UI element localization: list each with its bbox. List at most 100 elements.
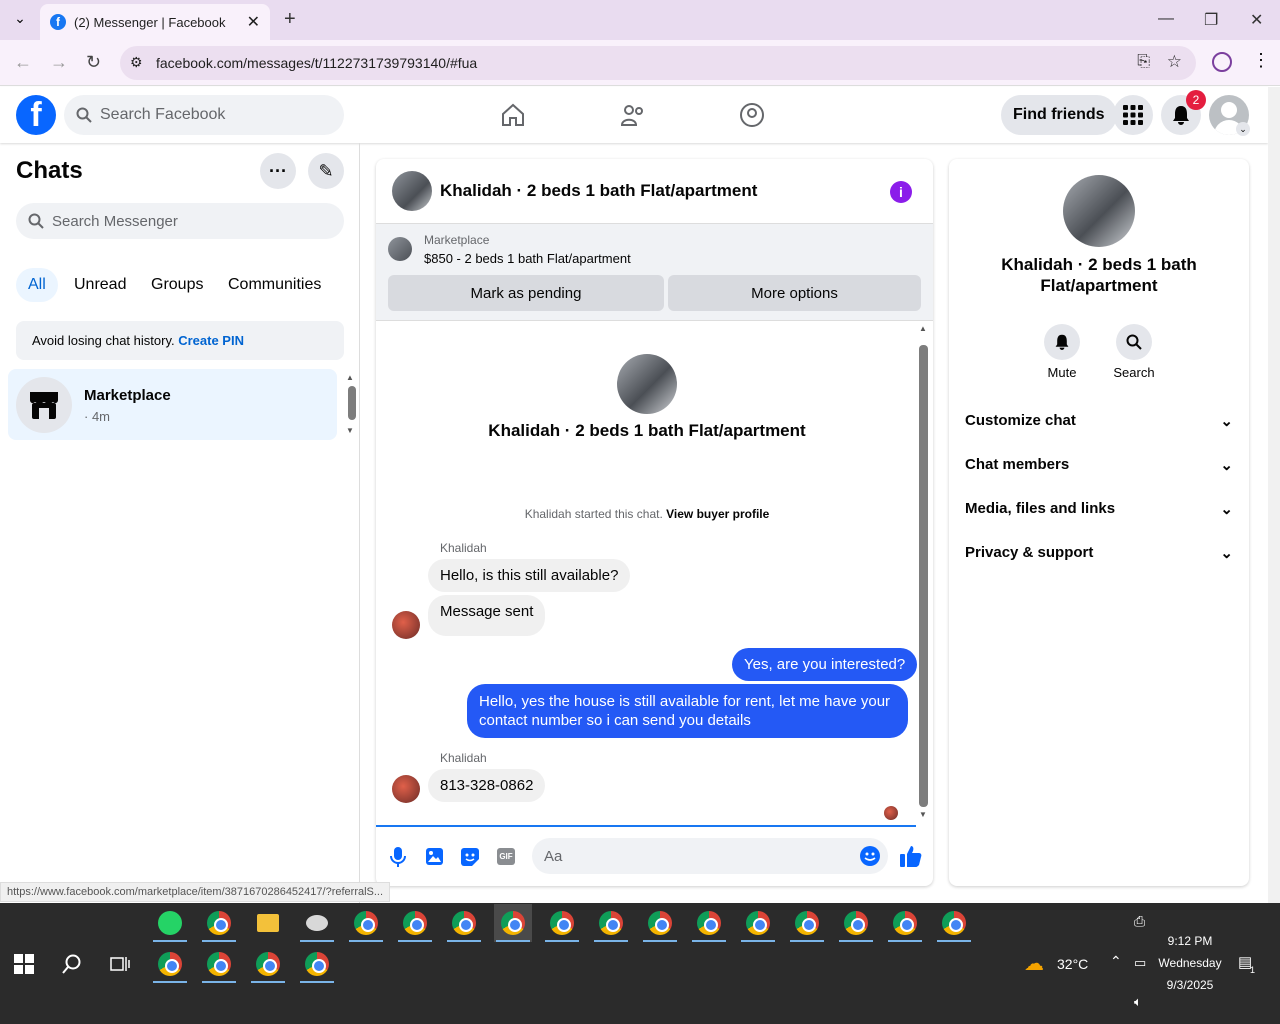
- forward-icon[interactable]: →: [50, 52, 68, 73]
- chrome-icon[interactable]: [739, 904, 777, 942]
- account-chevron-icon[interactable]: ⌄: [1236, 122, 1250, 136]
- volume-icon[interactable]: 🔈︎: [1134, 994, 1142, 1010]
- chrome-icon[interactable]: [200, 904, 238, 942]
- chats-options-button[interactable]: ···: [260, 153, 296, 189]
- scroll-up-icon[interactable]: ▲: [919, 324, 927, 333]
- view-buyer-profile-link[interactable]: View buyer profile: [666, 507, 769, 521]
- sent-message-bubble[interactable]: Yes, are you interested?: [732, 648, 918, 681]
- gif-icon[interactable]: GIF: [497, 848, 515, 865]
- groups-icon[interactable]: [739, 102, 765, 128]
- message-bubble[interactable]: 813-328-0862: [428, 769, 546, 802]
- privacy-support-row[interactable]: Privacy & support ⌄: [965, 544, 1233, 562]
- microphone-icon[interactable]: [390, 847, 406, 867]
- message-input[interactable]: Aa: [532, 838, 888, 874]
- profile-icon[interactable]: [1212, 52, 1232, 72]
- temperature[interactable]: 32°C: [1057, 956, 1088, 972]
- reload-icon[interactable]: ↻: [86, 52, 101, 73]
- customize-chat-row[interactable]: Customize chat ⌄: [965, 412, 1233, 430]
- windows-start-icon[interactable]: [14, 954, 34, 974]
- facebook-logo-icon[interactable]: f: [16, 95, 56, 135]
- conversation-title[interactable]: Khalidah · 2 beds 1 bath Flat/apartment: [440, 181, 757, 201]
- chrome-icon[interactable]: [298, 945, 336, 983]
- chrome-icon[interactable]: [690, 904, 728, 942]
- close-window-icon[interactable]: ✕: [1250, 10, 1263, 30]
- facebook-search-placeholder: Search Facebook: [100, 106, 226, 123]
- scroll-down-icon[interactable]: ▼: [346, 426, 354, 435]
- whatsapp-icon[interactable]: [151, 904, 189, 942]
- url-field[interactable]: ⚙ facebook.com/messages/t/11227317397931…: [120, 46, 1196, 80]
- task-view-icon[interactable]: [110, 955, 130, 973]
- scroll-up-icon[interactable]: ▲: [346, 373, 354, 382]
- clock-time[interactable]: 9:12 PM: [1160, 934, 1220, 948]
- message-bubble[interactable]: Message sent: [428, 595, 546, 636]
- more-options-button[interactable]: More options: [668, 275, 921, 311]
- chrome-icon[interactable]: [249, 945, 287, 983]
- sent-message-bubble[interactable]: Hello, yes the house is still available …: [467, 684, 908, 738]
- messenger-search-input[interactable]: Search Messenger: [16, 203, 344, 239]
- mark-as-pending-button[interactable]: Mark as pending: [388, 275, 664, 311]
- restore-icon[interactable]: ❐: [1204, 10, 1218, 30]
- clock-date[interactable]: 9/3/2025: [1160, 978, 1220, 992]
- chat-list-scrollbar[interactable]: [348, 386, 356, 420]
- minimize-icon[interactable]: —: [1158, 10, 1174, 28]
- facebook-search-input[interactable]: Search Facebook: [64, 95, 344, 135]
- chrome-icon[interactable]: [935, 904, 973, 942]
- mute-button[interactable]: [1044, 324, 1080, 360]
- tray-chevron-icon[interactable]: ⌃: [1110, 953, 1122, 970]
- bookmark-star-icon[interactable]: ☆: [1167, 52, 1182, 72]
- filter-all[interactable]: All: [16, 268, 58, 302]
- create-pin-link[interactable]: Create PIN: [178, 333, 244, 348]
- address-bar-row: ← → ↻ ⚙ facebook.com/messages/t/11227317…: [0, 40, 1280, 86]
- filter-communities[interactable]: Communities: [216, 268, 333, 302]
- chrome-icon[interactable]: [494, 904, 532, 942]
- find-friends-button[interactable]: Find friends: [1001, 95, 1117, 135]
- filter-unread[interactable]: Unread: [62, 268, 138, 302]
- chrome-icon[interactable]: [151, 945, 189, 983]
- chat-list-item[interactable]: Marketplace · 4m: [8, 369, 337, 440]
- chrome-icon[interactable]: [886, 904, 924, 942]
- clock-day[interactable]: Wednesday: [1156, 956, 1224, 970]
- search-in-chat-button[interactable]: [1116, 324, 1152, 360]
- listing-text[interactable]: $850 - 2 beds 1 bath Flat/apartment: [424, 251, 631, 266]
- listing-avatar[interactable]: [392, 171, 432, 211]
- app-icon[interactable]: [298, 904, 336, 942]
- chat-members-row[interactable]: Chat members ⌄: [965, 456, 1233, 474]
- chrome-icon[interactable]: [837, 904, 875, 942]
- photo-icon[interactable]: [426, 848, 443, 865]
- page-scrollbar[interactable]: [1268, 87, 1280, 903]
- chrome-icon[interactable]: [396, 904, 434, 942]
- browser-tab[interactable]: f (2) Messenger | Facebook ✕: [40, 4, 270, 40]
- tablet-mode-icon[interactable]: ⎙: [1134, 913, 1145, 930]
- home-icon[interactable]: [500, 103, 526, 127]
- like-thumb-icon[interactable]: [900, 845, 922, 867]
- emoji-icon[interactable]: [860, 846, 880, 866]
- close-tab-icon[interactable]: ✕: [247, 12, 260, 32]
- weather-icon[interactable]: ☁: [1024, 951, 1044, 976]
- media-files-links-row[interactable]: Media, files and links ⌄: [965, 500, 1233, 518]
- chrome-icon[interactable]: [788, 904, 826, 942]
- message-bubble[interactable]: Hello, is this still available?: [428, 559, 631, 592]
- info-icon[interactable]: i: [890, 181, 912, 203]
- tab-list-chevron-icon[interactable]: ⌄: [10, 10, 30, 30]
- filter-groups[interactable]: Groups: [139, 268, 215, 302]
- sticker-icon[interactable]: [461, 848, 479, 866]
- chrome-icon[interactable]: [347, 904, 385, 942]
- file-explorer-icon[interactable]: [249, 904, 287, 942]
- chrome-icon[interactable]: [543, 904, 581, 942]
- install-app-icon[interactable]: ⎘: [1137, 53, 1150, 71]
- thread-scrollbar[interactable]: [919, 345, 928, 807]
- menu-grid-button[interactable]: [1113, 95, 1153, 135]
- chrome-icon[interactable]: [592, 904, 630, 942]
- browser-menu-icon[interactable]: ⋮: [1252, 50, 1270, 71]
- chrome-icon[interactable]: [200, 945, 238, 983]
- site-info-icon[interactable]: ⚙: [130, 54, 143, 71]
- scroll-down-icon[interactable]: ▼: [919, 810, 927, 819]
- back-icon[interactable]: ←: [14, 52, 32, 73]
- friends-icon[interactable]: [620, 103, 646, 127]
- chrome-icon[interactable]: [445, 904, 483, 942]
- new-message-button[interactable]: ✎: [308, 153, 344, 189]
- new-tab-icon[interactable]: +: [284, 8, 296, 31]
- chrome-icon[interactable]: [641, 904, 679, 942]
- taskbar-search-icon[interactable]: [62, 954, 82, 974]
- network-icon[interactable]: ▭: [1134, 955, 1146, 971]
